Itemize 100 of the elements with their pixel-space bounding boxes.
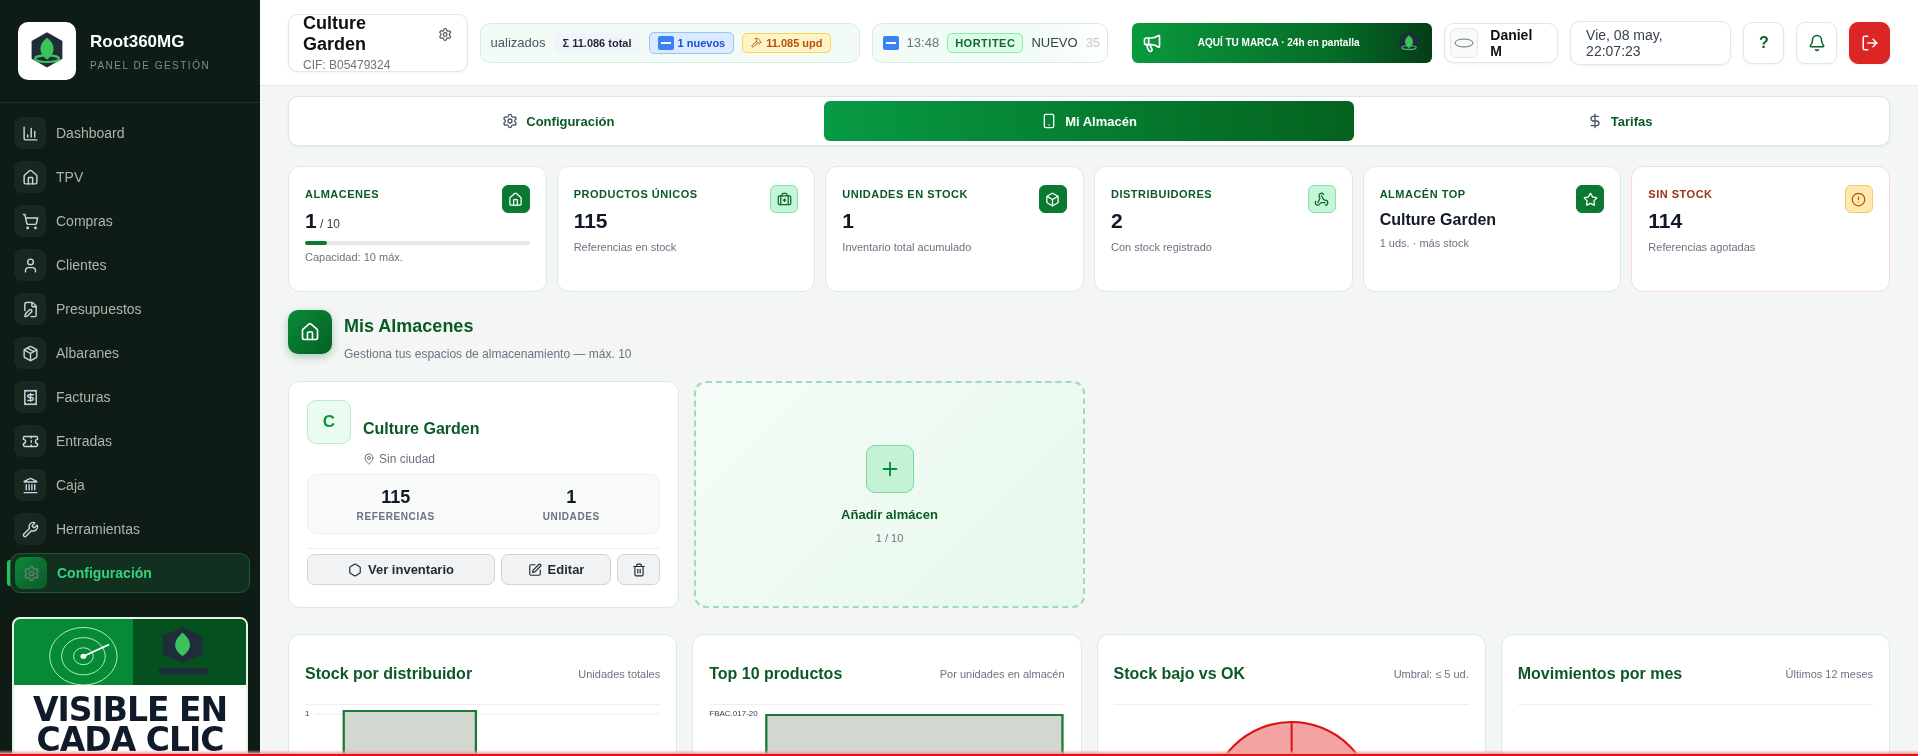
sidebar-item[interactable]: Clientes [10, 245, 250, 285]
sidebar-item[interactable]: Herramientas [10, 509, 250, 549]
chart-title: Top 10 productos [709, 664, 843, 683]
brand-logo[interactable] [18, 22, 76, 80]
chart-note: Últimos 12 meses [1785, 667, 1873, 680]
chart-note: Umbral: ≤ 5 ud. [1393, 667, 1469, 680]
stat-label: ALMACÉN TOP [1379, 188, 1466, 200]
stat-label: SIN STOCK [1648, 188, 1713, 200]
edit-icon [527, 562, 542, 577]
sidebar-item[interactable]: Dashboard [10, 113, 250, 153]
tab[interactable]: Tarifas [1354, 101, 1885, 141]
house-icon [14, 161, 46, 193]
chart-title: Movimientos por mes [1517, 664, 1683, 683]
ticket-icon [14, 425, 46, 457]
news-text: NUEVO [1031, 35, 1078, 50]
ticker-text: ualizados [490, 35, 546, 50]
add-warehouse-card[interactable]: Añadir almácen 1 / 10 [694, 381, 1085, 608]
inventory-button[interactable]: Ver inventario [307, 554, 495, 585]
brand-name: Root360MG [90, 31, 186, 52]
stat-caption: Con stock registrado [1111, 241, 1213, 253]
chart-title: Stock por distribuidor [305, 664, 473, 683]
sidebar-item[interactable]: Configuración [10, 553, 250, 593]
sidebar-item[interactable]: Compras [10, 201, 250, 241]
hammer-icon [751, 37, 763, 48]
warehouse-name: Culture Garden [363, 420, 480, 439]
pin-icon [363, 453, 375, 465]
delete-button[interactable] [617, 554, 660, 585]
settings-icon[interactable] [438, 26, 453, 42]
warehouse-count: 1 / 10 [875, 532, 904, 544]
sidebar-item[interactable]: Presupuestos [10, 289, 250, 329]
sidebar-item[interactable]: Entradas [10, 421, 250, 461]
stat-value: 2 [1111, 209, 1124, 233]
cube-icon [1039, 185, 1067, 213]
metric-value: 1 [566, 486, 577, 508]
stat-caption: Inventario total acumulado [842, 241, 973, 253]
brand-subtitle: PANEL DE GESTIÓN [90, 59, 211, 71]
company-card[interactable]: Culture Garden CIF: B05479324 [288, 13, 468, 72]
hexagon-icon [348, 562, 362, 577]
stat-caption: 1 uds. · más stock [1379, 237, 1470, 249]
chart-note: Unidades totales [578, 667, 661, 680]
date-time: Vie, 08 may, 22:07:23 [1570, 20, 1732, 65]
help-button[interactable]: ? [1743, 21, 1785, 64]
ad-banner[interactable]: VISIBLE EN CADA CLIC [12, 617, 248, 756]
stat-caption: Referencias agotadas [1648, 241, 1757, 253]
metric-value: 115 [381, 486, 411, 508]
axis-tick: FBAC.017-20 [709, 709, 758, 718]
user-icon [14, 249, 46, 281]
metric-label: REFERENCIAS [356, 510, 435, 522]
memo-icon [14, 293, 46, 325]
chart-title: Stock bajo vs OK [1113, 664, 1246, 683]
sidebar-item[interactable]: TPV [10, 157, 250, 197]
tab[interactable]: Configuración [293, 101, 824, 141]
user-menu[interactable]: Daniel M [1443, 22, 1559, 63]
stat-caption: Referencias en stock [573, 241, 678, 253]
section-subtitle: Gestiona tus espacios de almacenamiento — máx. 10 [344, 347, 632, 361]
news-icon [882, 35, 899, 50]
trash-icon [631, 562, 646, 577]
sidebar-item[interactable]: Caja [10, 465, 250, 505]
sidebar-item[interactable]: Facturas [10, 377, 250, 417]
stat-value: 1/ 10 [305, 209, 342, 233]
warehouse-city: Sin ciudad [363, 452, 660, 466]
news-tag: HORTITEC [947, 32, 1024, 53]
warehouse-avatar: C [307, 400, 351, 444]
sidebar-item[interactable]: Albaranes [10, 333, 250, 373]
bank-icon [14, 469, 46, 501]
logout-icon [1860, 33, 1879, 52]
stat-value: 115 [573, 209, 609, 233]
chart-note: Por unidades en almacén [939, 667, 1065, 680]
tools-icon [14, 513, 46, 545]
receipt-icon [14, 381, 46, 413]
network-icon [1307, 185, 1336, 213]
stat-value: 1 [842, 209, 855, 233]
plus-icon [865, 445, 914, 493]
alert-icon [1845, 185, 1873, 213]
count-chip: 1 nuevos [648, 31, 735, 54]
stat-caption: Capacidad: 10 máx. [305, 251, 404, 263]
count-chip: Σ 11.086 total [553, 32, 641, 53]
tab[interactable]: Mi Almacén [823, 101, 1355, 141]
megaphone-icon [1141, 32, 1162, 53]
medical-kit-icon [770, 185, 799, 213]
stat-label: UNIDADES EN STOCK [842, 188, 968, 200]
edit-button[interactable]: Editar [501, 554, 611, 585]
bar-chart-icon [14, 117, 46, 149]
axis-tick: 1 [305, 709, 310, 718]
house-icon [288, 310, 332, 354]
add-warehouse-label: Añadir almácen [841, 507, 938, 522]
new-badge-icon [657, 35, 674, 50]
logout-button[interactable] [1849, 21, 1890, 64]
news-text: 35 [1085, 35, 1101, 50]
metric-label: UNIDADES [542, 510, 600, 522]
company-cif: CIF: B05479324 [303, 58, 392, 72]
notifications-button[interactable] [1796, 21, 1838, 64]
package-icon [14, 337, 46, 369]
avatar-icon [1449, 27, 1479, 58]
house-icon [501, 185, 530, 213]
stat-label: DISTRIBUIDORES [1111, 188, 1213, 200]
stat-value: 114 [1648, 209, 1684, 233]
stat-label: PRODUCTOS ÚNICOS [573, 188, 698, 200]
ad-banner[interactable]: AQUÍ TU MARCA · 24h en pantalla [1131, 22, 1432, 63]
gear-icon [15, 557, 47, 589]
